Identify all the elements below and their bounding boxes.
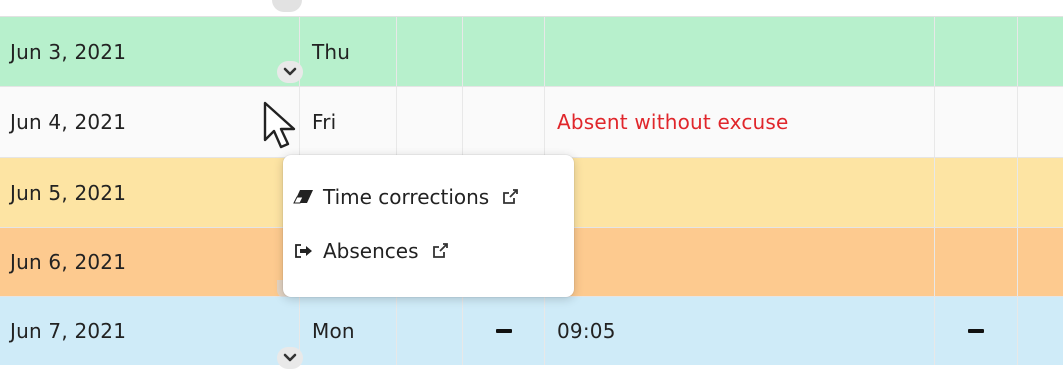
dash-cell <box>463 297 545 365</box>
table-cell <box>1018 87 1063 157</box>
date-cell: Jun 5, 2021 <box>0 158 300 227</box>
chevron-down-icon[interactable] <box>277 61 303 83</box>
sign-out-icon <box>291 243 317 259</box>
table-cell <box>935 158 1018 227</box>
weekday-cell: Thu <box>300 17 397 86</box>
date-cell: Jun 4, 2021 <box>0 87 300 157</box>
table-cell <box>1018 297 1063 365</box>
date-cell: Jun 7, 2021 <box>0 297 300 365</box>
table-cell <box>397 297 463 365</box>
menu-item-label: Absences <box>323 239 419 263</box>
menu-item-absences[interactable]: Absences <box>283 235 574 267</box>
table-cell <box>935 228 1018 296</box>
table-cell <box>463 87 545 157</box>
table-row[interactable]: Jun 3, 2021 Thu <box>0 17 1063 87</box>
menu-item-label: Time corrections <box>323 185 490 209</box>
dash-icon <box>968 329 984 333</box>
table-cell <box>1018 158 1063 227</box>
note-cell <box>545 17 935 86</box>
mouse-pointer-icon <box>263 101 296 149</box>
table-cell <box>397 87 463 157</box>
chevron-down-icon[interactable] <box>277 347 303 369</box>
dash-icon <box>495 329 512 333</box>
absence-note-cell: Absent without excuse <box>545 87 935 157</box>
note-cell <box>545 158 935 227</box>
table-cell <box>397 17 463 86</box>
time-cell: 09:05 <box>545 297 935 365</box>
weekday-cell: Mon <box>300 297 397 365</box>
weekday-cell: Fri <box>300 87 397 157</box>
external-link-icon <box>501 188 519 206</box>
table-cell <box>935 87 1018 157</box>
table-cell <box>935 17 1018 86</box>
date-cell: Jun 6, 2021 <box>0 228 300 296</box>
table-top-edge <box>0 0 1063 17</box>
eraser-icon <box>291 189 317 205</box>
table-cell <box>1018 228 1063 296</box>
external-link-icon <box>431 242 449 260</box>
table-cell <box>1018 17 1063 86</box>
date-cell: Jun 3, 2021 <box>0 17 300 86</box>
menu-item-time-corrections[interactable]: Time corrections <box>283 181 574 213</box>
table-row[interactable]: Jun 7, 2021 Mon 09:05 <box>0 297 1063 369</box>
table-row[interactable]: Jun 4, 2021 Fri Absent without excuse <box>0 87 1063 158</box>
dash-cell <box>935 297 1018 365</box>
table-cell <box>463 17 545 86</box>
note-cell <box>545 228 935 296</box>
row-context-menu: Time corrections Absences <box>283 155 574 297</box>
